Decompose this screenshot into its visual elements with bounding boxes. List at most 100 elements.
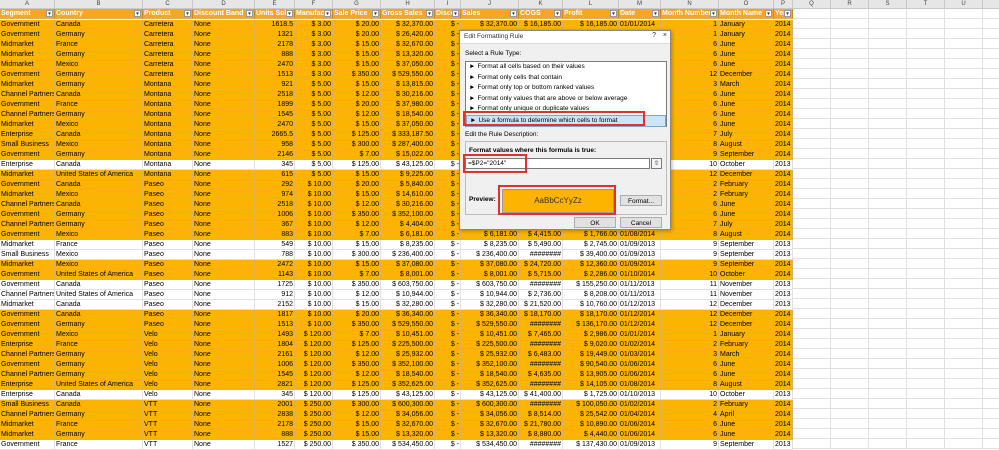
table-cell[interactable]: 2013 [774, 250, 793, 260]
table-cell[interactable]: Germany [55, 70, 143, 80]
empty-cell[interactable] [945, 139, 983, 149]
table-cell[interactable]: $ - [435, 110, 461, 120]
header-cell[interactable]: Month Number ▾ [661, 9, 719, 19]
empty-cell[interactable] [945, 299, 983, 309]
empty-cell[interactable] [793, 79, 831, 89]
table-cell[interactable]: $ 10.00 [295, 320, 333, 330]
empty-cell[interactable] [793, 389, 831, 399]
table-cell[interactable]: 345 [255, 390, 295, 400]
table-cell[interactable]: Montana [143, 150, 193, 160]
table-cell[interactable]: $ 125.00 [333, 380, 381, 390]
empty-cell[interactable] [907, 409, 945, 419]
table-cell[interactable]: $ 37,050.00 [381, 120, 435, 130]
empty-cell[interactable] [793, 239, 831, 249]
table-cell[interactable]: 6 [661, 420, 719, 430]
table-cell[interactable]: $ - [435, 290, 461, 300]
empty-cell[interactable] [983, 189, 999, 199]
filter-dropdown-icon[interactable]: ▾ [784, 10, 791, 17]
table-cell[interactable]: Government [0, 310, 55, 320]
empty-cell[interactable] [983, 209, 999, 219]
table-cell[interactable]: $ - [435, 170, 461, 180]
empty-cell[interactable] [793, 59, 831, 69]
empty-cell[interactable] [869, 279, 907, 289]
table-cell[interactable]: June [719, 100, 774, 110]
empty-cell[interactable] [907, 399, 945, 409]
empty-cell[interactable] [945, 79, 983, 89]
table-cell[interactable]: 10 [661, 390, 719, 400]
table-cell[interactable]: $ 14,610.00 [381, 190, 435, 200]
table-cell[interactable]: None [193, 150, 255, 160]
table-cell[interactable]: 01/08/2014 [619, 380, 661, 390]
empty-cell[interactable] [793, 229, 831, 239]
empty-cell[interactable] [945, 69, 983, 79]
empty-cell[interactable] [793, 119, 831, 129]
table-cell[interactable]: 1513 [255, 70, 295, 80]
table-cell[interactable]: $ 5.00 [295, 140, 333, 150]
table-cell[interactable]: Canada [55, 130, 143, 140]
table-cell[interactable]: United States of America [55, 270, 143, 280]
rule-type-item[interactable]: ► Format all cells based on their values [466, 62, 666, 73]
table-cell[interactable]: $ 10.00 [295, 220, 333, 230]
table-cell[interactable]: 10 [661, 270, 719, 280]
table-cell[interactable]: Montana [143, 120, 193, 130]
table-cell[interactable]: $ 300.00 [333, 140, 381, 150]
table-cell[interactable]: $ - [435, 70, 461, 80]
header-cell[interactable]: Year ▾ [774, 9, 793, 19]
table-cell[interactable]: 12 [661, 320, 719, 330]
empty-cell[interactable] [831, 219, 869, 229]
table-cell[interactable]: 2014 [774, 60, 793, 70]
table-cell[interactable]: Montana [143, 110, 193, 120]
empty-cell[interactable] [945, 239, 983, 249]
collapse-dialog-button[interactable]: ⇧ [651, 158, 662, 169]
table-cell[interactable]: ######## [519, 280, 563, 290]
table-cell[interactable]: 9 [661, 250, 719, 260]
table-cell[interactable]: Canada [55, 180, 143, 190]
table-cell[interactable]: June [719, 360, 774, 370]
table-cell[interactable]: 01/12/2014 [619, 320, 661, 330]
empty-cell[interactable] [983, 59, 999, 69]
column-header-t[interactable]: T [907, 0, 945, 9]
table-cell[interactable]: 11 [661, 280, 719, 290]
table-cell[interactable]: None [193, 270, 255, 280]
table-cell[interactable]: $ 5.00 [295, 110, 333, 120]
filter-dropdown-icon[interactable]: ▾ [765, 10, 772, 17]
table-cell[interactable]: 2161 [255, 350, 295, 360]
table-cell[interactable]: $ 236,400.00 [461, 250, 519, 260]
empty-cell[interactable] [907, 289, 945, 299]
table-cell[interactable]: $ 352,625.00 [381, 380, 435, 390]
table-cell[interactable]: Government [0, 180, 55, 190]
table-cell[interactable]: 2014 [774, 310, 793, 320]
empty-cell[interactable] [869, 169, 907, 179]
table-cell[interactable]: $ - [435, 190, 461, 200]
table-cell[interactable]: $ 352,625.00 [461, 380, 519, 390]
header-cell[interactable]: Sales ▾ [461, 9, 519, 19]
empty-cell[interactable] [983, 259, 999, 269]
table-cell[interactable]: Channel Partners [0, 220, 55, 230]
empty-cell[interactable] [793, 429, 831, 439]
empty-cell[interactable] [983, 419, 999, 429]
table-cell[interactable]: 01/12/2014 [619, 310, 661, 320]
table-cell[interactable]: 12 [661, 310, 719, 320]
empty-cell[interactable] [907, 179, 945, 189]
table-cell[interactable]: 2472 [255, 260, 295, 270]
table-cell[interactable]: $ - [435, 420, 461, 430]
table-cell[interactable]: Small Business [0, 400, 55, 410]
table-cell[interactable]: $ 10.00 [295, 290, 333, 300]
empty-cell[interactable] [869, 19, 907, 29]
table-cell[interactable]: Midmarket [0, 430, 55, 440]
table-cell[interactable]: June [719, 120, 774, 130]
empty-cell[interactable] [793, 359, 831, 369]
table-cell[interactable]: $ - [435, 400, 461, 410]
table-cell[interactable]: 615 [255, 170, 295, 180]
table-cell[interactable]: 8 [661, 230, 719, 240]
table-cell[interactable]: $ 100,050.00 [563, 400, 619, 410]
empty-cell[interactable] [831, 349, 869, 359]
table-cell[interactable]: ######## [519, 400, 563, 410]
table-cell[interactable]: $ - [435, 350, 461, 360]
column-header-h[interactable]: H [381, 0, 435, 9]
table-cell[interactable]: 2146 [255, 150, 295, 160]
table-cell[interactable]: 2838 [255, 410, 295, 420]
table-cell[interactable]: 6 [661, 360, 719, 370]
empty-cell[interactable] [983, 369, 999, 379]
table-cell[interactable]: $ 5.00 [295, 170, 333, 180]
